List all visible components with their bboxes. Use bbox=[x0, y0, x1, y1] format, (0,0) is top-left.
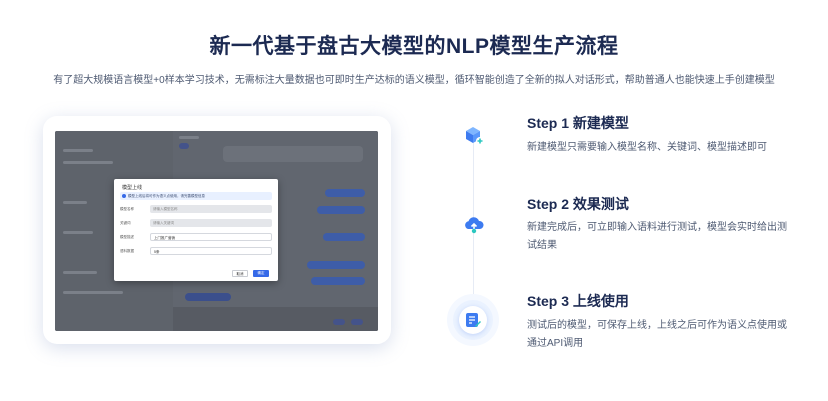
chat-input-bar bbox=[173, 307, 378, 331]
cancel-button[interactable]: 取消 bbox=[232, 270, 248, 277]
dialog-info-text: 模型上线后将可作为语义点使用，请完善模型信息 bbox=[128, 194, 205, 198]
publish-model-dialog: 模型上线 模型上线后将可作为语义点使用，请完善模型信息 模型名称 请输入模型名称… bbox=[114, 179, 278, 281]
step-2-description: 新建完成后，可立即输入语料进行测试，模型会实时给出测试结果 bbox=[527, 222, 787, 251]
step-3-title: Step 3 上线使用 bbox=[527, 293, 629, 309]
ghost-line bbox=[63, 291, 123, 294]
dialog-info-banner: 模型上线后将可作为语义点使用，请完善模型信息 bbox=[120, 192, 272, 200]
document-edit-icon bbox=[453, 300, 493, 340]
mockup-screen: 模型上线 模型上线后将可作为语义点使用，请完善模型信息 模型名称 请输入模型名称… bbox=[55, 131, 378, 331]
dialog-title: 模型上线 bbox=[122, 185, 143, 191]
cloud-upload-icon bbox=[462, 212, 486, 236]
ghost-line bbox=[179, 136, 199, 139]
ghost-message bbox=[223, 146, 363, 162]
ghost-avatar bbox=[179, 143, 189, 149]
chat-bubble bbox=[325, 189, 365, 197]
chat-bubble bbox=[317, 206, 365, 214]
ghost-button bbox=[333, 319, 345, 325]
ghost-line bbox=[63, 149, 93, 152]
field-label-keywords: 关键词 bbox=[120, 221, 131, 225]
step-1-description: 新建模型只需要输入模型名称、关键词、模型描述即可 bbox=[527, 142, 767, 153]
page-title: 新一代基于盘古大模型的NLP模型生产流程 bbox=[209, 35, 619, 58]
step-3-description: 测试后的模型，可保存上线，上线之后可作为语义点使用或通过API调用 bbox=[527, 320, 787, 349]
field-label-corpus: 语料数据 bbox=[120, 249, 134, 253]
chat-bubble bbox=[311, 277, 365, 285]
step-1-title: Step 1 新建模型 bbox=[527, 115, 629, 131]
ghost-line bbox=[63, 271, 97, 274]
corpus-field[interactable]: 5条 bbox=[150, 247, 272, 255]
active-step-badge bbox=[459, 306, 487, 334]
device-mockup: 模型上线 模型上线后将可作为语义点使用，请完善模型信息 模型名称 请输入模型名称… bbox=[43, 116, 391, 344]
chat-bubble bbox=[185, 293, 231, 301]
info-icon bbox=[122, 194, 126, 198]
keywords-field[interactable]: 请输入关键词 bbox=[150, 219, 272, 227]
ghost-line bbox=[63, 231, 93, 234]
ghost-button bbox=[351, 319, 363, 325]
model-name-field[interactable]: 请输入模型名称 bbox=[150, 205, 272, 213]
ghost-line bbox=[63, 201, 87, 204]
field-label-description: 模型描述 bbox=[120, 235, 134, 239]
page-subtitle: 有了超大规模语言模型+0样本学习技术，无需标注大量数据也可即时生产达标的语义模型… bbox=[53, 75, 775, 86]
chat-bubble bbox=[323, 233, 365, 241]
ghost-line bbox=[63, 161, 113, 164]
chat-bubble bbox=[307, 261, 365, 269]
description-field[interactable]: 上门推广营销 bbox=[150, 233, 272, 241]
step-2-title: Step 2 效果测试 bbox=[527, 196, 629, 212]
field-label-model-name: 模型名称 bbox=[120, 207, 134, 211]
confirm-button[interactable]: 确定 bbox=[253, 270, 269, 277]
cube-plus-icon bbox=[462, 124, 486, 148]
